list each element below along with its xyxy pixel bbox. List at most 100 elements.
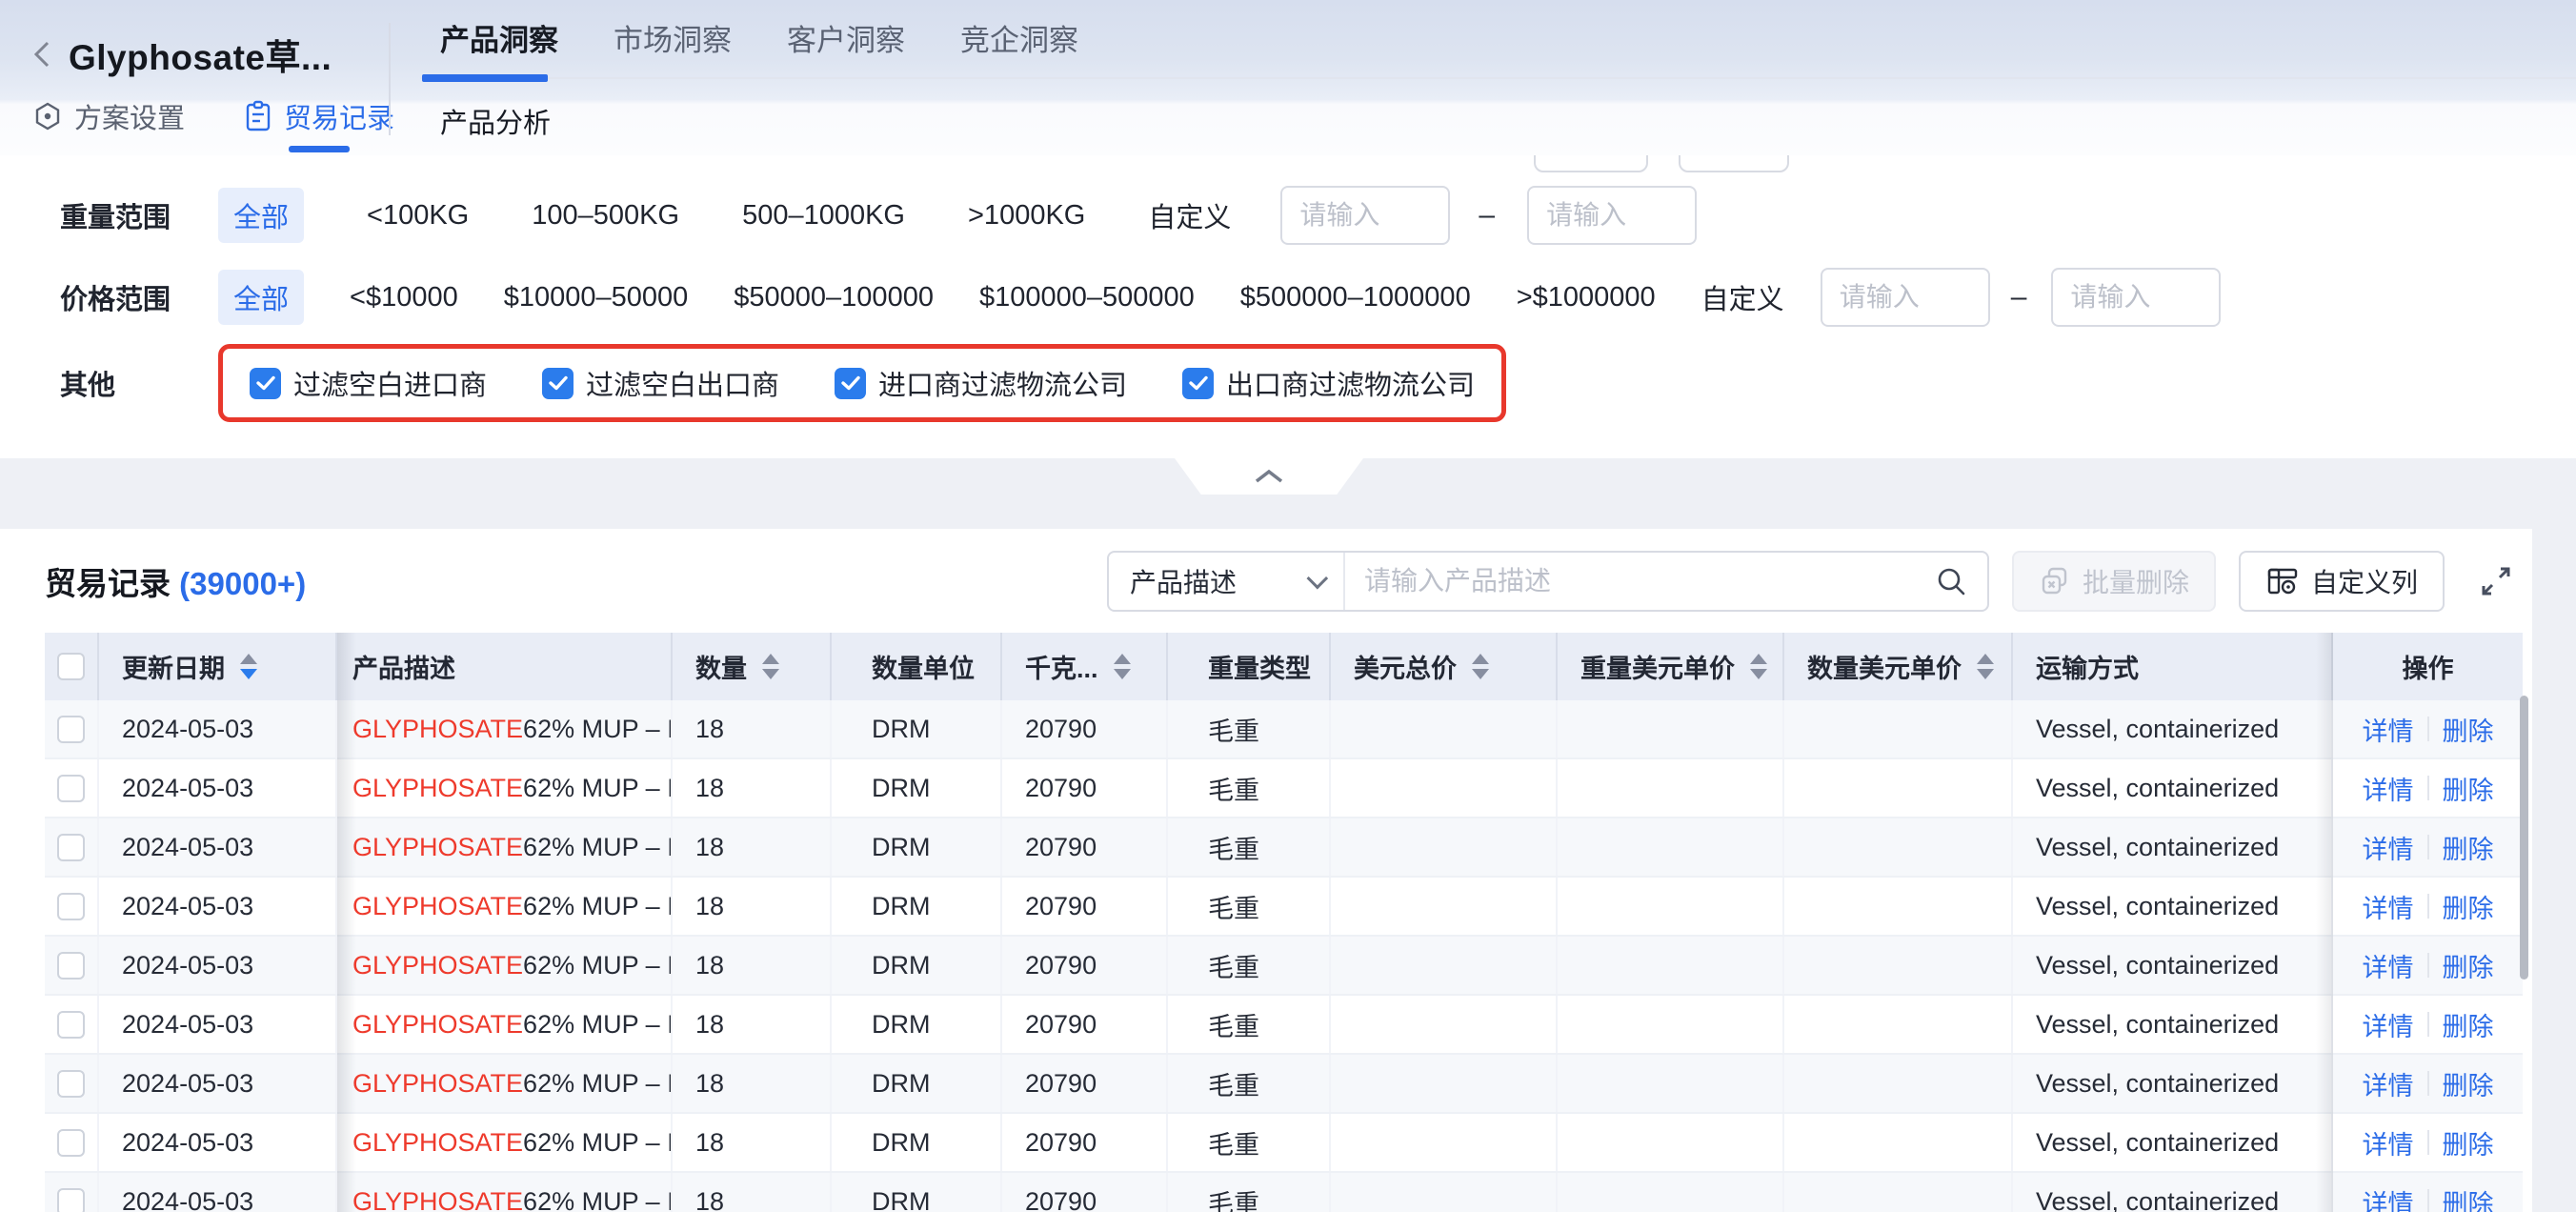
column-header-usd-per-qty[interactable]: 数量美元单价 [1784, 633, 2013, 700]
vertical-scrollbar-thumb[interactable] [2520, 696, 2528, 980]
price-option-100000-500000[interactable]: $100000–500000 [979, 282, 1195, 313]
row-checkbox[interactable] [45, 878, 99, 935]
checkbox-filter-blank-exporter[interactable]: 过滤空白出口商 [542, 363, 779, 403]
tab-product-insight[interactable]: 产品洞察 [440, 16, 558, 59]
page-title: Glyphosate草... [69, 29, 332, 80]
search-icon[interactable] [1934, 564, 1968, 598]
cell-actions: 详情 删除 [2333, 700, 2523, 758]
batch-delete-button[interactable]: 批量删除 [2012, 551, 2216, 612]
row-checkbox[interactable] [45, 700, 99, 758]
custom-columns-button[interactable]: 自定义列 [2239, 551, 2445, 612]
cell-product-desc: GLYPHOSATE 62% MUP – I... [337, 878, 673, 935]
sidebar-item-scheme-settings[interactable]: 方案设置 [32, 96, 185, 136]
checkbox-exporter-filter-logistics[interactable]: 出口商过滤物流公司 [1182, 363, 1475, 403]
collapse-filter-handle[interactable] [1175, 458, 1363, 495]
column-header-transport[interactable]: 运输方式 [2013, 633, 2333, 700]
weight-option-gt1000[interactable]: >1000KG [968, 200, 1085, 232]
column-header-weight-type[interactable]: 重量类型 [1168, 633, 1331, 700]
action-divider [2427, 717, 2429, 741]
row-checkbox[interactable] [45, 937, 99, 994]
row-checkbox[interactable] [45, 996, 99, 1053]
price-from-input[interactable] [1821, 268, 1990, 327]
sidebar-item-trade-records[interactable]: 贸易记录 [244, 96, 394, 136]
price-option-10000-50000[interactable]: $10000–50000 [504, 282, 689, 313]
search-input[interactable] [1364, 566, 1934, 596]
delete-link[interactable]: 删除 [2443, 1006, 2494, 1043]
back-chevron-icon[interactable] [29, 35, 55, 73]
checkbox-checked-icon[interactable] [1182, 368, 1214, 399]
weight-to-input[interactable] [1527, 186, 1697, 245]
column-header-quantity[interactable]: 数量 [673, 633, 832, 700]
column-header-update-date[interactable]: 更新日期 [99, 633, 337, 700]
delete-link[interactable]: 删除 [2443, 770, 2494, 807]
cell-quantity: 18 [673, 1173, 832, 1212]
column-header-kg[interactable]: 千克... [1002, 633, 1168, 700]
weight-option-100-500[interactable]: 100–500KG [532, 200, 679, 232]
detail-link[interactable]: 详情 [2363, 711, 2414, 748]
weight-option-500-1000[interactable]: 500–1000KG [742, 200, 905, 232]
row-checkbox[interactable] [45, 759, 99, 817]
price-option-gt1000000[interactable]: >$1000000 [1517, 282, 1656, 313]
row-checkbox[interactable] [45, 1114, 99, 1171]
price-option-all[interactable]: 全部 [218, 270, 304, 325]
tab-customer-insight[interactable]: 客户洞察 [787, 16, 905, 59]
clipped-button-left[interactable] [1534, 155, 1648, 172]
detail-link[interactable]: 详情 [2363, 1006, 2414, 1043]
column-header-quantity-unit[interactable]: 数量单位 [832, 633, 1002, 700]
tab-product-analysis[interactable]: 产品分析 [440, 101, 551, 141]
clipped-button-right[interactable] [1679, 155, 1789, 172]
cell-usd-total [1331, 1055, 1558, 1112]
sort-icons[interactable] [1977, 654, 1994, 679]
search-field-select[interactable]: 产品描述 [1109, 553, 1345, 610]
weight-from-input[interactable] [1280, 186, 1450, 245]
cell-update-date: 2024-05-03 [99, 759, 337, 817]
price-option-500000-1000000[interactable]: $500000–1000000 [1240, 282, 1471, 313]
delete-link[interactable]: 删除 [2443, 1065, 2494, 1102]
checkbox-checked-icon[interactable] [835, 368, 866, 399]
action-divider [2427, 1071, 2429, 1096]
delete-link[interactable]: 删除 [2443, 711, 2494, 748]
detail-link[interactable]: 详情 [2363, 829, 2414, 866]
sort-icons[interactable] [762, 654, 779, 679]
checkbox-importer-filter-logistics[interactable]: 进口商过滤物流公司 [835, 363, 1127, 403]
detail-link[interactable]: 详情 [2363, 770, 2414, 807]
delete-link[interactable]: 删除 [2443, 1183, 2494, 1212]
trade-records-table: 更新日期 产品描述 数量 数量单位 千克... 重量类型 美元总价 [45, 633, 2523, 1212]
checkbox-checked-icon[interactable] [542, 368, 574, 399]
detail-link[interactable]: 详情 [2363, 1065, 2414, 1102]
row-checkbox[interactable] [45, 1173, 99, 1212]
detail-link[interactable]: 详情 [2363, 888, 2414, 925]
column-header-usd-per-weight[interactable]: 重量美元单价 [1558, 633, 1784, 700]
sort-icons[interactable] [240, 654, 257, 679]
row-checkbox[interactable] [45, 1055, 99, 1112]
detail-link[interactable]: 详情 [2363, 1124, 2414, 1162]
checkbox-filter-blank-importer[interactable]: 过滤空白进口商 [250, 363, 487, 403]
cell-usd-per-qty [1784, 878, 2013, 935]
delete-link[interactable]: 删除 [2443, 888, 2494, 925]
delete-link[interactable]: 删除 [2443, 947, 2494, 984]
column-header-usd-total[interactable]: 美元总价 [1331, 633, 1558, 700]
column-header-product-desc[interactable]: 产品描述 [337, 633, 673, 700]
fullscreen-expand-icon[interactable] [2475, 560, 2517, 602]
cell-transport: Vessel, containerized [2013, 700, 2333, 758]
delete-link[interactable]: 删除 [2443, 1124, 2494, 1162]
detail-link[interactable]: 详情 [2363, 1183, 2414, 1212]
cell-quantity: 18 [673, 818, 832, 876]
checkbox-checked-icon[interactable] [250, 368, 281, 399]
sort-icons[interactable] [1750, 654, 1767, 679]
price-option-50000-100000[interactable]: $50000–100000 [734, 282, 934, 313]
row-checkbox[interactable] [45, 818, 99, 876]
detail-link[interactable]: 详情 [2363, 947, 2414, 984]
price-to-input[interactable] [2051, 268, 2221, 327]
price-option-lt10000[interactable]: <$10000 [350, 282, 458, 313]
weight-option-lt100[interactable]: <100KG [367, 200, 469, 232]
delete-link[interactable]: 删除 [2443, 829, 2494, 866]
cell-actions: 详情 删除 [2333, 996, 2523, 1053]
weight-option-all[interactable]: 全部 [218, 188, 304, 243]
cell-quantity-unit: DRM [832, 1173, 1002, 1212]
sort-icons[interactable] [1472, 654, 1489, 679]
tab-market-insight[interactable]: 市场洞察 [614, 16, 732, 59]
select-all-checkbox[interactable] [45, 633, 99, 700]
tab-competitor-insight[interactable]: 竞企洞察 [960, 16, 1078, 59]
sort-icons[interactable] [1114, 654, 1131, 679]
